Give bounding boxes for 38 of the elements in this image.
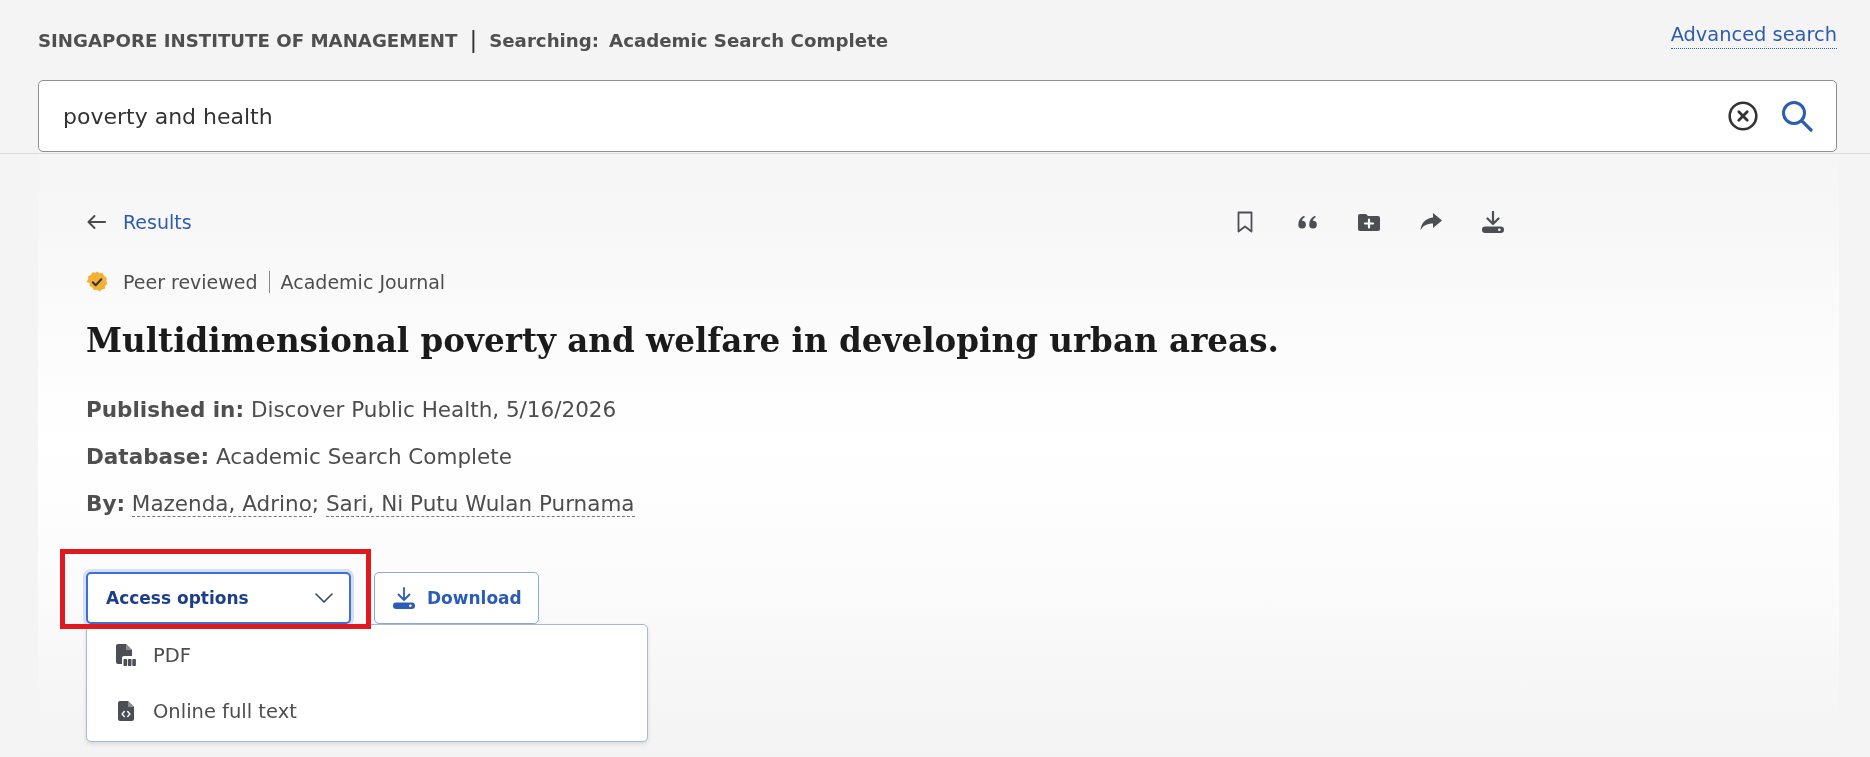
check-badge-icon (86, 271, 108, 293)
institution-name: SINGAPORE INSTITUTE OF MANAGEMENT (38, 29, 458, 51)
field-label: Database: (86, 444, 210, 469)
field-label: By: (86, 491, 125, 516)
author-link[interactable]: Sari, Ni Putu Wulan Purnama (325, 491, 635, 517)
field-label: Published in: (86, 397, 245, 422)
download-icon (393, 587, 415, 609)
source-type: Academic Journal (268, 271, 446, 293)
chevron-down-icon (315, 593, 333, 603)
author-link[interactable]: Mazenda, Adrino (131, 491, 312, 517)
search-icon (1781, 100, 1813, 132)
search-field[interactable]: poverty and health (38, 80, 1837, 152)
header-separator: | (469, 27, 478, 53)
author-separator: ; (311, 491, 320, 516)
arrow-left-icon (86, 214, 106, 230)
clear-icon (1728, 101, 1758, 131)
code-file-icon (118, 701, 134, 721)
menu-item[interactable]: Online full text (87, 683, 647, 739)
access-options-button[interactable]: Access options (86, 572, 351, 624)
field-value: Academic Search Complete (215, 444, 512, 469)
peer-review-label: Peer reviewed (123, 271, 259, 293)
advanced-search-link[interactable]: Advanced search (1670, 23, 1837, 49)
quote-icon (1297, 215, 1317, 229)
search-button[interactable] (1781, 100, 1813, 132)
share-icon (1420, 213, 1442, 231)
bookmark-icon (1237, 211, 1253, 233)
download-button[interactable]: Download (374, 572, 539, 624)
download-icon (1482, 211, 1504, 233)
clear-button[interactable] (1728, 101, 1758, 131)
search-input[interactable]: poverty and health (63, 96, 1708, 136)
menu-item[interactable]: PDF (87, 627, 647, 683)
document-icon (116, 644, 136, 666)
article-title: Multidimensional poverty and welfare in developing urban areas. (86, 320, 1280, 362)
folder-plus-icon (1358, 213, 1380, 231)
back-link[interactable]: Results (86, 211, 192, 233)
field-value: Discover Public Health, 5/16/2026 (250, 397, 617, 422)
database-name: Academic Search Complete (609, 29, 888, 51)
searching-label: Searching: (489, 29, 600, 51)
